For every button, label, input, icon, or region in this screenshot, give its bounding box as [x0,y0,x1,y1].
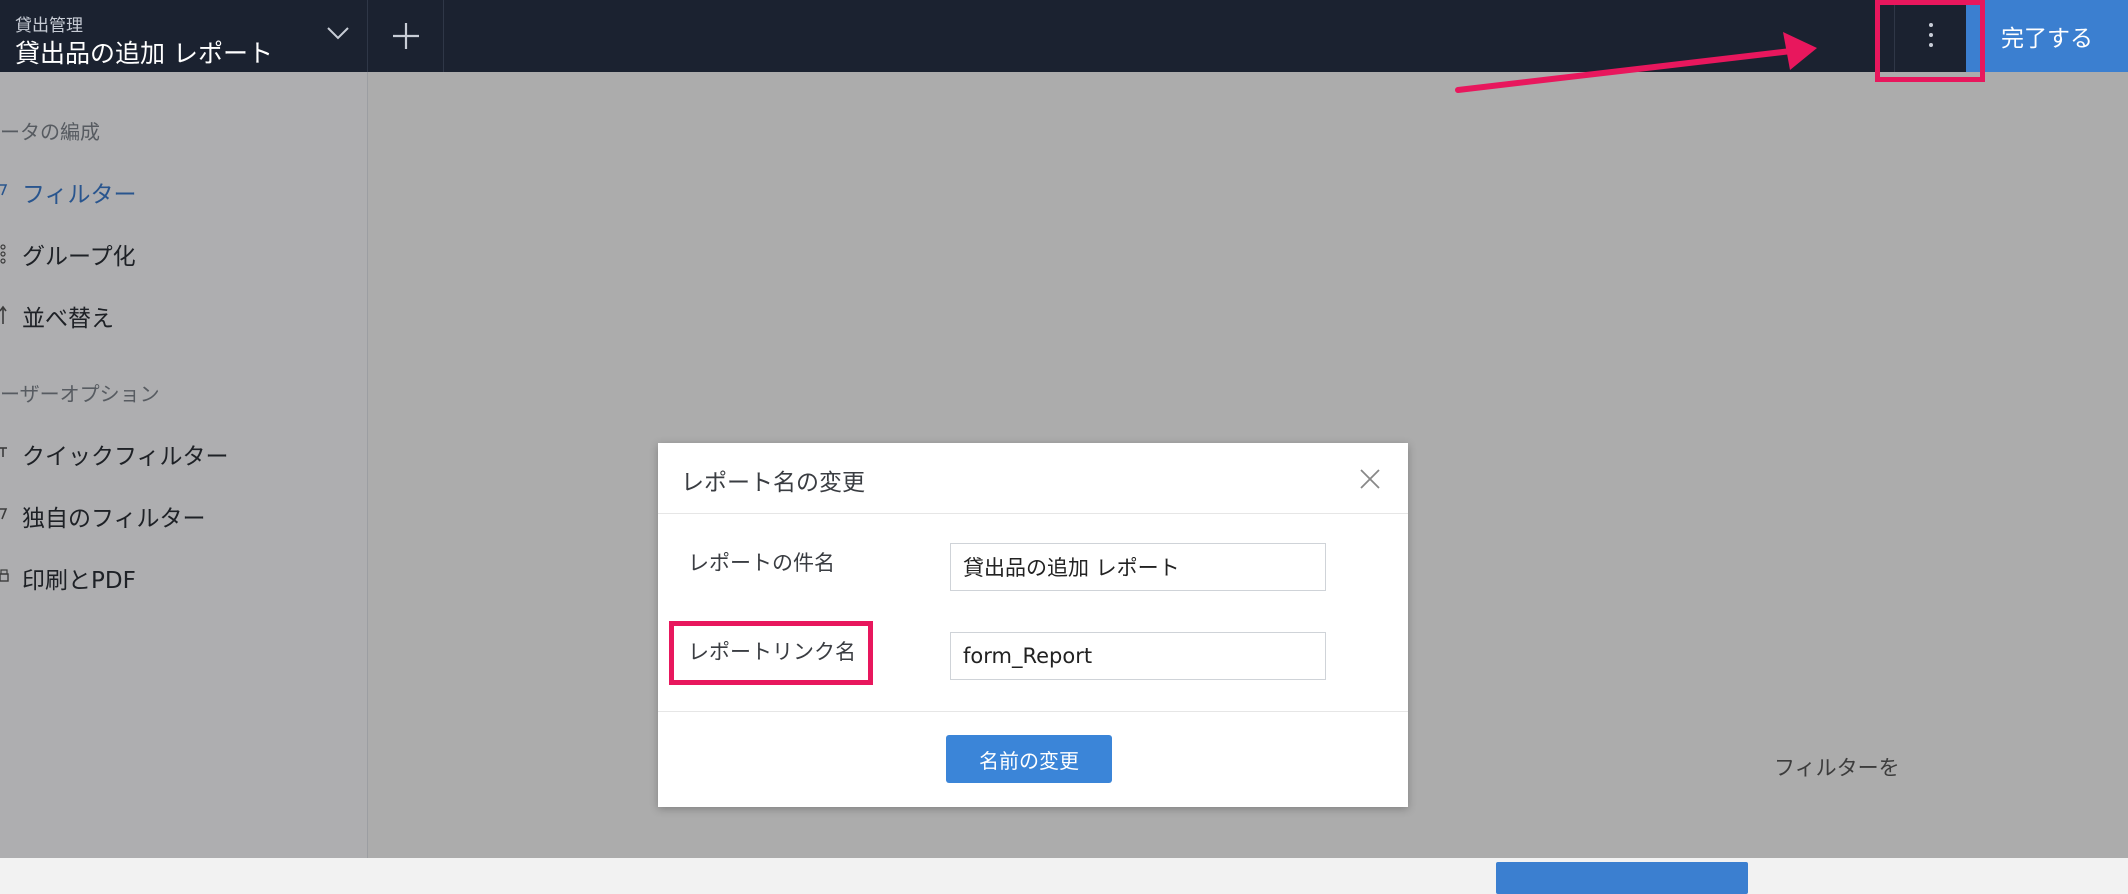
annotation-highlight-more-button [1875,0,1985,82]
report-switcher[interactable]: 貸出管理 貸出品の追加 レポート [0,0,368,72]
empty-state-button [1496,862,1748,894]
annotation-arrow [1455,32,1817,93]
dialog-header: レポート名の変更 [658,443,1408,514]
chevron-down-icon[interactable] [325,20,351,46]
close-icon[interactable] [1358,467,1382,491]
annotation-highlight-link-name [669,621,873,685]
report-title: 貸出品の追加 レポート [15,39,273,68]
app-name: 貸出管理 [15,16,83,36]
rename-button[interactable]: 名前の変更 [946,735,1112,783]
plus-icon [393,23,419,49]
dialog-title: レポート名の変更 [681,470,865,496]
done-button[interactable]: 完了する [1966,0,2128,72]
add-button[interactable] [368,0,444,72]
report-link-name-input[interactable] [950,632,1326,680]
report-subject-label: レポートの件名 [688,551,835,575]
dialog-footer-divider [658,711,1408,712]
report-subject-input[interactable] [950,543,1326,591]
